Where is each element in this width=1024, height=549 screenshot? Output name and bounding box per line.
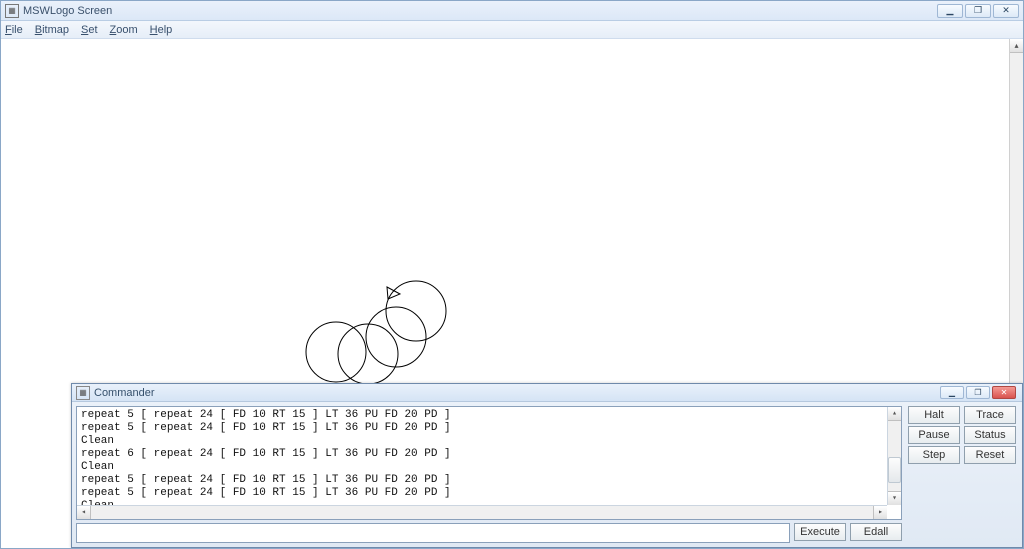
menu-set[interactable]: Set xyxy=(81,24,98,36)
commander-titlebar[interactable]: ▦ Commander ▁ ❐ ✕ xyxy=(72,384,1022,402)
scroll-up-icon[interactable]: ▴ xyxy=(888,407,901,421)
canvas[interactable]: ▴ ▾ ▦ Commander ▁ ❐ ✕ repeat 5 [ repeat … xyxy=(1,39,1023,548)
history-line: Clean xyxy=(81,461,897,474)
titlebar[interactable]: ▦ MSWLogo Screen ▁ ❐ ✕ xyxy=(1,1,1023,21)
scroll-right-icon[interactable]: ▸ xyxy=(873,506,887,519)
history-line: repeat 5 [ repeat 24 [ FD 10 RT 15 ] LT … xyxy=(81,409,897,422)
trace-button[interactable]: Trace xyxy=(964,406,1016,424)
commander-title: Commander xyxy=(94,387,155,399)
menu-bitmap[interactable]: Bitmap xyxy=(35,24,69,36)
history-line: Clean xyxy=(81,435,897,448)
edall-button[interactable]: Edall xyxy=(850,523,902,541)
history-line: repeat 6 [ repeat 24 [ FD 10 RT 15 ] LT … xyxy=(81,448,897,461)
pause-button[interactable]: Pause xyxy=(908,426,960,444)
command-input[interactable] xyxy=(76,523,790,543)
minimize-icon: ▁ xyxy=(947,5,954,16)
main-window: ▦ MSWLogo Screen ▁ ❐ ✕ File Bitmap Set Z… xyxy=(0,0,1024,549)
history-line: repeat 5 [ repeat 24 [ FD 10 RT 15 ] LT … xyxy=(81,422,897,435)
close-button[interactable]: ✕ xyxy=(993,4,1019,18)
app-icon: ▦ xyxy=(5,4,19,18)
menu-zoom[interactable]: Zoom xyxy=(110,24,138,36)
window-title: MSWLogo Screen xyxy=(23,5,112,17)
maximize-button[interactable]: ❐ xyxy=(965,4,991,18)
scroll-thumb[interactable] xyxy=(888,457,901,483)
scroll-left-icon[interactable]: ◂ xyxy=(77,506,91,519)
commander-window: ▦ Commander ▁ ❐ ✕ repeat 5 [ repeat 24 [… xyxy=(71,383,1023,548)
menubar: File Bitmap Set Zoom Help xyxy=(1,21,1023,39)
scroll-up-icon[interactable]: ▴ xyxy=(1010,39,1023,53)
halt-button[interactable]: Halt xyxy=(908,406,960,424)
execute-button[interactable]: Execute xyxy=(794,523,846,541)
status-button[interactable]: Status xyxy=(964,426,1016,444)
minimize-button[interactable]: ▁ xyxy=(937,4,963,18)
history-vscrollbar[interactable]: ▴ ▾ xyxy=(887,407,901,505)
history-line: repeat 5 [ repeat 24 [ FD 10 RT 15 ] LT … xyxy=(81,487,897,500)
history-line: repeat 5 [ repeat 24 [ FD 10 RT 15 ] LT … xyxy=(81,474,897,487)
reset-button[interactable]: Reset xyxy=(964,446,1016,464)
maximize-icon: ❐ xyxy=(974,5,982,16)
commander-icon: ▦ xyxy=(76,386,90,400)
menu-file[interactable]: File xyxy=(5,24,23,36)
commander-close-button[interactable]: ✕ xyxy=(992,386,1016,399)
commander-minimize-button[interactable]: ▁ xyxy=(940,386,964,399)
history-textarea[interactable]: repeat 5 [ repeat 24 [ FD 10 RT 15 ] LT … xyxy=(76,406,902,520)
menu-help[interactable]: Help xyxy=(150,24,173,36)
close-icon: ✕ xyxy=(1002,5,1010,16)
commander-maximize-button[interactable]: ❐ xyxy=(966,386,990,399)
step-button[interactable]: Step xyxy=(908,446,960,464)
scroll-down-icon[interactable]: ▾ xyxy=(888,491,901,505)
history-hscrollbar[interactable]: ◂ ▸ xyxy=(77,505,887,519)
